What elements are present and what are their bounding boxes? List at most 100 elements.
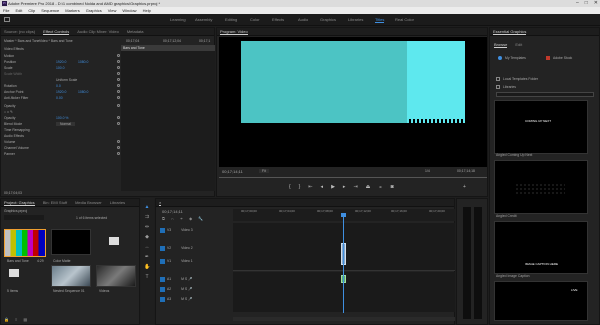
play-icon[interactable]: ▶ [331,184,335,190]
ec-row-anchor-point[interactable]: Anchor Point 1920.0 1080.0 [4,89,122,94]
ec-row-scale[interactable]: Scale 100.0 [4,65,122,70]
tab-project[interactable]: Project: Graphics [4,200,35,206]
program-scrub-bar[interactable] [219,177,487,180]
adobe-stock-option[interactable]: Adobe Stock [546,56,572,60]
track-select-tool-icon[interactable]: ⇉ [144,214,150,220]
track-header-v2[interactable]: V2 Video 2 [160,244,232,252]
maximize-icon[interactable]: □ [585,0,588,6]
step-back-icon[interactable]: ◂ [321,184,324,190]
playback-resolution-select[interactable]: 1/4 [425,169,430,173]
ec-row-uniform-scale[interactable]: Uniform Scale [4,77,122,82]
hand-tool-icon[interactable]: ✋ [144,264,150,270]
export-frame-icon[interactable]: ◙ [391,184,394,190]
workspace-audio[interactable]: Audio [298,17,308,22]
master-clip-label[interactable]: Master * Bars and Tone [4,39,39,43]
ec-keyframe-area[interactable] [121,51,215,191]
mark-out-icon[interactable]: } [299,184,301,190]
pen-tool-icon[interactable]: ✒ [144,254,150,260]
tab-essential-graphics[interactable]: Essential Graphics [493,29,527,35]
ec-row-panner[interactable]: Panner [4,151,122,156]
ec-row-blend-mode[interactable]: Blend Mode Normal [4,121,122,126]
workspace-titles[interactable]: Titles [375,17,385,23]
ec-row-time-remap[interactable]: Time Remapping [4,127,122,132]
eg-template-thumb-2[interactable] [494,160,588,214]
tab-metadata[interactable]: Metadata [127,29,144,34]
ec-row-opacity[interactable]: Opacity 100.0 % [4,115,122,120]
source-patch-icon[interactable] [160,258,165,264]
track-header-v1[interactable]: V1 Video 1 [160,257,232,265]
workspace-color[interactable]: Color [250,17,260,22]
lock-icon[interactable]: 🔒 [4,317,9,322]
program-video-frame[interactable] [219,37,487,167]
timeline-timecode[interactable]: 00;17;14;11 [162,209,183,214]
color-matte-thumb[interactable] [51,229,91,255]
selection-tool-icon[interactable]: ▲ [144,204,150,210]
workspace-learning[interactable]: Learning [170,17,186,22]
tab-effect-controls[interactable]: Effect Controls [43,29,70,35]
eg-template-thumb-3[interactable]: IMAGE CAPTION HERE [494,221,588,274]
ec-row-mask-tools[interactable]: ○ □ ✎ [4,109,122,114]
videos-thumb[interactable] [96,265,136,287]
libraries-checkbox[interactable]: Libraries [496,85,516,89]
nested-sequence-thumb[interactable] [51,265,91,287]
minimize-icon[interactable]: – [576,0,579,6]
razor-tool-icon[interactable]: ◆ [144,234,150,240]
track-header-a1[interactable]: A1 M S 🎤 [160,275,232,283]
lift-icon[interactable]: ⏏ [366,184,371,190]
ec-row-rotation[interactable]: Rotation 0.0 [4,83,122,88]
tab-sequence[interactable]: × [159,200,162,206]
tab-edit[interactable]: Edit [515,42,522,48]
workspace-effects[interactable]: Effects [272,17,284,22]
tab-audio-clip-mixer[interactable]: Audio Clip Mixer: Video [77,29,119,34]
timeline-scrollbar[interactable] [233,317,455,321]
menu-view[interactable]: View [108,8,117,13]
mark-in-icon[interactable]: { [289,184,291,190]
ec-row-volume[interactable]: Volume [4,139,122,144]
menu-clip[interactable]: Clip [28,8,35,13]
ec-row-channel-volume[interactable]: Channel Volume [4,145,122,150]
source-patch-icon[interactable] [160,276,165,282]
nest-icon[interactable]: ⧉ [162,216,165,221]
ec-row-scale-width[interactable]: Scale Width [4,71,122,76]
linked-selection-icon[interactable]: ⚭ [180,216,183,221]
ec-row-anti-flicker[interactable]: Anti-flicker Filter 0.00 [4,95,122,100]
folder-icon[interactable] [109,237,119,245]
workspace-real-color[interactable]: Real Color [395,17,414,22]
step-forward-icon[interactable]: ▸ [343,184,346,190]
settings-icon[interactable]: 🔧 [198,216,203,221]
go-to-out-icon[interactable]: ⇥ [353,184,357,190]
icon-view-icon[interactable]: ▦ [23,317,27,322]
source-patch-icon[interactable] [160,227,165,233]
my-templates-option[interactable]: My Templates [498,56,526,60]
menu-help[interactable]: Help [143,8,151,13]
go-to-in-icon[interactable]: ⇤ [308,184,312,190]
track-header-v3[interactable]: V3 Video 3 [160,226,232,234]
button-editor-icon[interactable]: + [463,184,466,190]
zoom-fit-select[interactable]: Fit [259,169,269,173]
track-header-a3[interactable]: A3 M S 🎤 [160,295,232,303]
folder-icon[interactable] [9,269,19,277]
workspace-editing[interactable]: Editing [225,17,237,22]
menu-graphics[interactable]: Graphics [86,8,102,13]
eg-template-thumb-1[interactable]: COMING UP NEXT [494,100,588,154]
program-timecode[interactable]: 00;17;14;11 [222,169,243,174]
menu-edit[interactable]: Edit [15,8,22,13]
playhead[interactable] [343,213,344,313]
menu-file[interactable]: File [3,8,9,13]
list-view-icon[interactable]: ≡ [15,317,17,322]
source-patch-icon[interactable] [160,245,165,251]
menu-window[interactable]: Window [122,8,136,13]
slip-tool-icon[interactable]: ↔ [144,244,150,250]
workspace-assembly[interactable]: Assembly [195,17,212,22]
sequence-clip-label[interactable]: Video * Bars and Tone [39,39,73,43]
ec-row-motion[interactable]: Motion [4,53,122,58]
source-patch-icon[interactable] [160,296,165,302]
snap-icon[interactable]: ∩ [171,216,174,221]
track-header-a2[interactable]: A2 M S 🎤 [160,285,232,293]
project-search-input[interactable] [4,215,44,220]
close-icon[interactable]: ✕ [594,0,598,6]
tab-libraries[interactable]: Libraries [110,200,125,205]
tab-browse[interactable]: Browse [494,42,508,48]
menu-markers[interactable]: Markers [65,8,79,13]
source-patch-icon[interactable] [160,286,165,292]
